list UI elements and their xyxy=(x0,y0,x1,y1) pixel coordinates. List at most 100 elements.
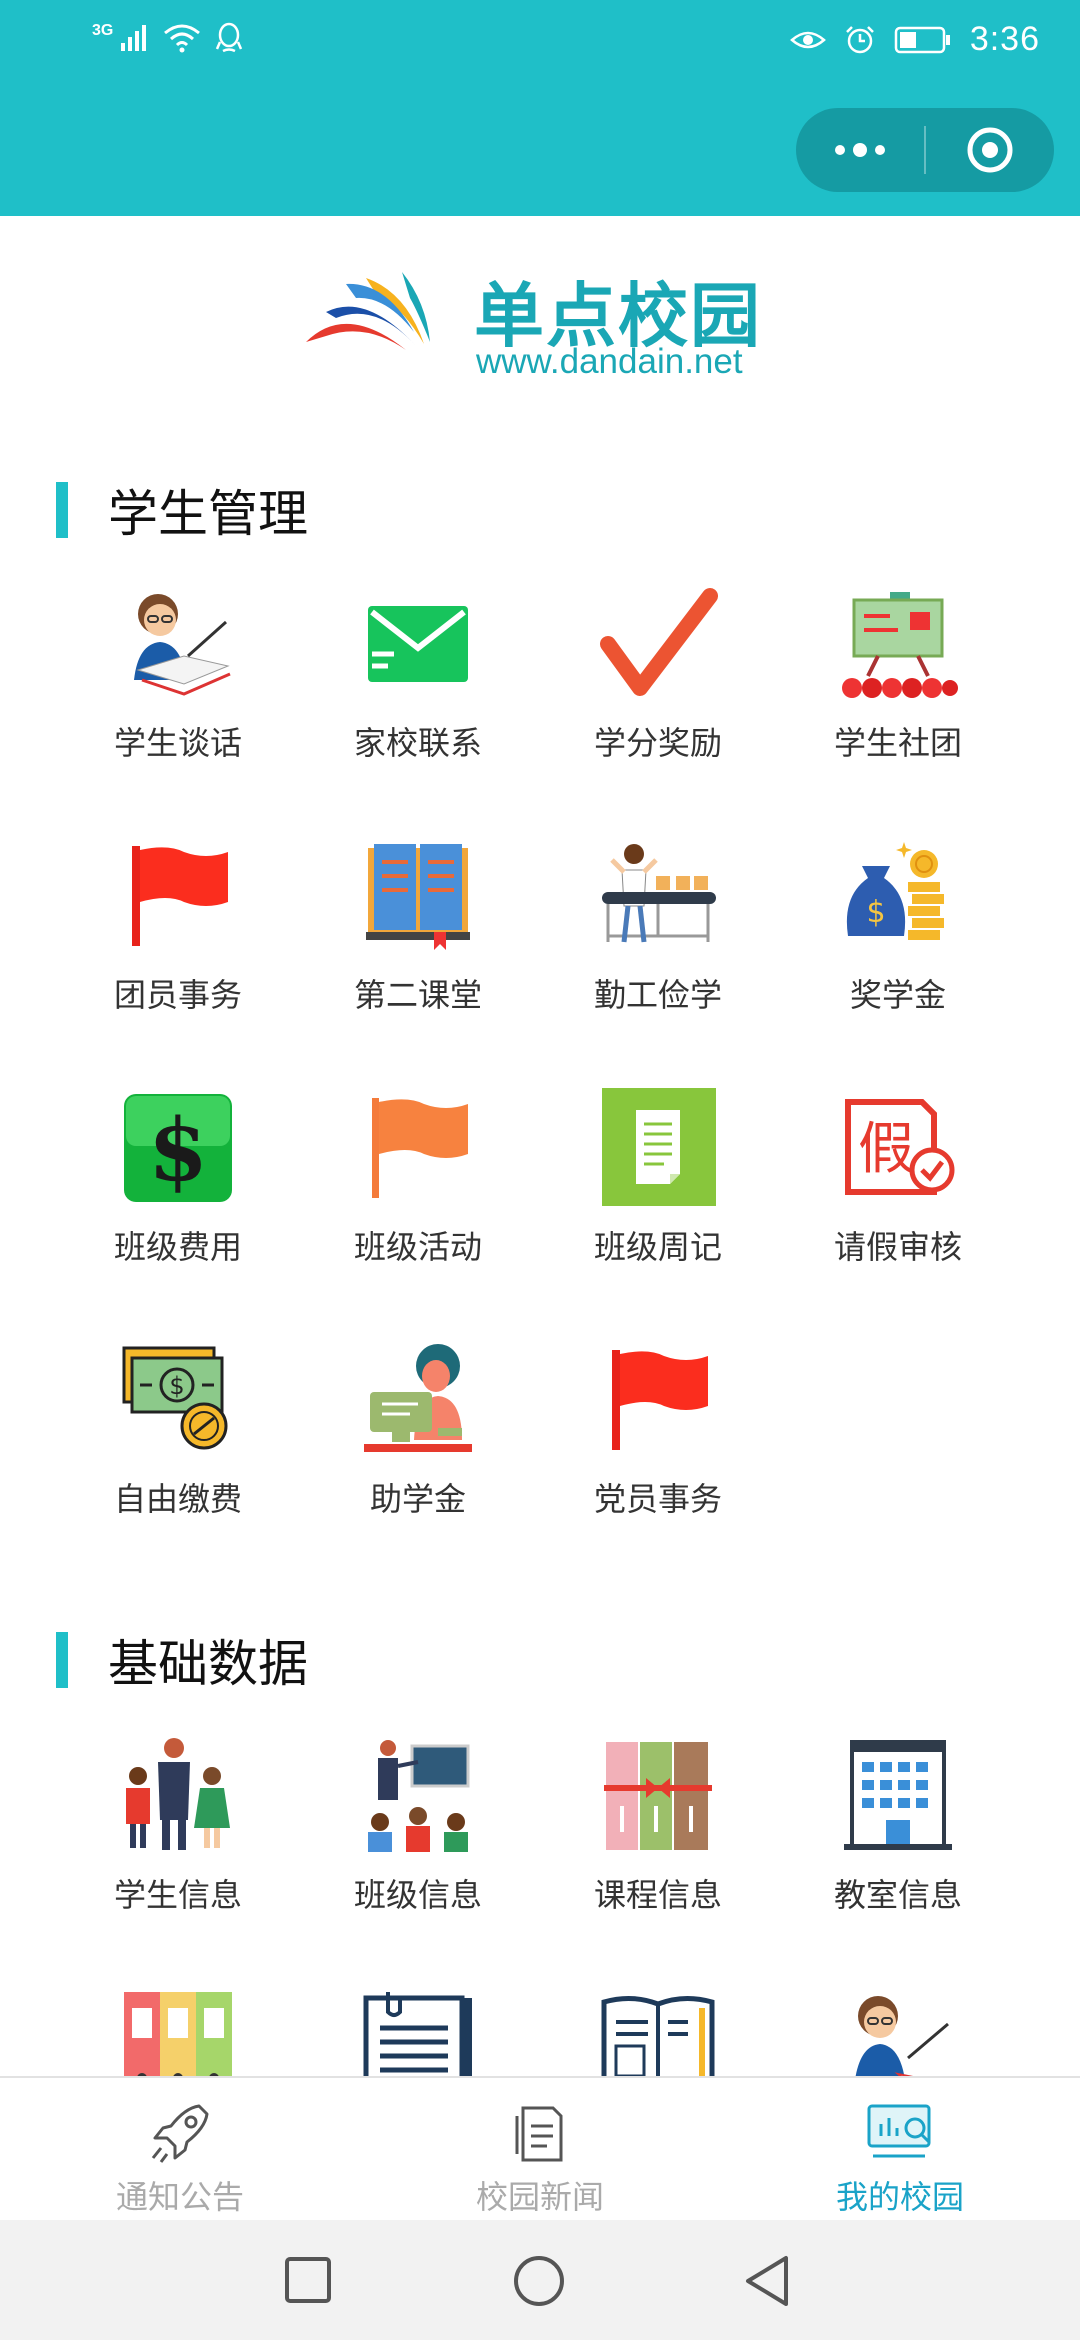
cash-coin-icon: $ xyxy=(122,1346,228,1450)
section-accent-bar xyxy=(56,482,68,538)
grid-item-course-info[interactable]: 课程信息 xyxy=(538,1736,778,1936)
clipboard-icon xyxy=(363,1992,472,2076)
grid-item-label: 班级费用 xyxy=(113,1228,242,1266)
grid-item-work-study[interactable]: 勤工俭学 xyxy=(538,836,778,1036)
study-desk-icon xyxy=(364,1344,472,1452)
system-nav-bar xyxy=(0,2220,1080,2340)
svg-text:$: $ xyxy=(169,1372,184,1400)
party-flag-icon xyxy=(612,1350,708,1450)
tab-my-campus[interactable]: 我的校园 xyxy=(720,2078,1080,2222)
checkmark-icon xyxy=(600,588,718,696)
grid-item-label: 班级信息 xyxy=(353,1876,482,1914)
leave-approval-icon: 假 xyxy=(845,1099,955,1195)
basic-data-grid: 学生信息 班级信息 课程信息 教室信息 xyxy=(0,1736,1080,2076)
notebook-icon xyxy=(602,1088,716,1206)
svg-text:$: $ xyxy=(866,895,885,930)
grid-item-teacher[interactable] xyxy=(778,1988,1018,2076)
grid-item-classroom-info[interactable]: 教室信息 xyxy=(778,1736,1018,1936)
qq-icon xyxy=(216,22,243,53)
dashboard-icon xyxy=(867,2104,931,2158)
target-close-icon xyxy=(967,127,1013,173)
grid-item-label: 学分奖励 xyxy=(593,724,722,762)
teacher-talk-icon xyxy=(134,594,231,696)
recent-apps-icon[interactable] xyxy=(284,2256,332,2304)
grid-item-leave-review[interactable]: 假 请假审核 xyxy=(778,1088,1018,1288)
more-button[interactable] xyxy=(796,108,924,192)
envelope-icon xyxy=(368,606,468,682)
grid-item-class-weekly-journal[interactable]: 班级周记 xyxy=(538,1088,778,1288)
grid-item-class-info[interactable]: 班级信息 xyxy=(298,1736,538,1936)
section-header-student-management: 学生管理 xyxy=(56,474,308,546)
battery-icon xyxy=(894,26,950,53)
grid-item-label: 第二课堂 xyxy=(353,976,482,1014)
grid-item-party-affairs[interactable]: 党员事务 xyxy=(538,1340,778,1540)
alarm-icon xyxy=(845,25,874,53)
money-bag-icon: $ xyxy=(846,842,944,940)
grid-item-clipboard[interactable] xyxy=(298,1988,538,2076)
document-icon xyxy=(515,2106,563,2162)
status-bar: 3G 3:36 xyxy=(0,0,1080,84)
grid-item-label: 学生社团 xyxy=(833,724,962,762)
grid-item-label: 课程信息 xyxy=(593,1876,722,1914)
home-icon[interactable] xyxy=(512,2254,566,2308)
tab-notices[interactable]: 通知公告 xyxy=(0,2078,360,2222)
grid-item-label: 班级周记 xyxy=(593,1228,722,1266)
tab-label: 通知公告 xyxy=(115,2178,244,2216)
tab-label: 校园新闻 xyxy=(475,2178,604,2216)
tab-campus-news[interactable]: 校园新闻 xyxy=(360,2078,720,2222)
grid-item-student-club[interactable]: 学生社团 xyxy=(778,584,1018,784)
grid-item-label: 家校联系 xyxy=(353,724,482,762)
section-header-basic-data: 基础数据 xyxy=(56,1624,308,1696)
capsule-menu xyxy=(796,108,1054,192)
grid-item-student-info[interactable]: 学生信息 xyxy=(58,1736,298,1936)
close-miniprogram-button[interactable] xyxy=(926,108,1054,192)
students-group-icon xyxy=(126,1738,230,1850)
grid-item-credit-reward[interactable]: 学分奖励 xyxy=(538,584,778,784)
signal-icon xyxy=(121,25,147,51)
eye-icon xyxy=(789,31,826,48)
back-icon[interactable] xyxy=(742,2254,792,2308)
grid-item-league-affairs[interactable]: 团员事务 xyxy=(58,836,298,1036)
club-board-icon xyxy=(842,592,958,698)
grid-item-second-classroom[interactable]: 第二课堂 xyxy=(298,836,538,1036)
grid-item-label: 教室信息 xyxy=(833,1876,962,1914)
grid-item-label: 学生谈话 xyxy=(113,724,242,762)
brand-logo-icon xyxy=(306,272,430,350)
network-type: 3G xyxy=(92,22,114,39)
conveyor-worker-icon xyxy=(602,844,716,943)
grid-item-folders[interactable] xyxy=(58,1988,298,2076)
open-book-icon xyxy=(366,844,470,950)
books-icon xyxy=(604,1742,712,1850)
rocket-icon xyxy=(151,2104,209,2163)
grid-item-label: 奖学金 xyxy=(849,976,946,1014)
grid-item-label: 班级活动 xyxy=(353,1228,482,1266)
svg-text:$: $ xyxy=(148,1100,208,1201)
teacher-icon xyxy=(855,1996,949,2076)
grid-item-report[interactable] xyxy=(538,1988,778,2076)
grid-item-label: 团员事务 xyxy=(113,976,242,1014)
more-dots-icon xyxy=(835,143,885,157)
grid-item-class-fees[interactable]: $ 班级费用 xyxy=(58,1088,298,1288)
title-bar xyxy=(0,84,1080,216)
brand-url: www.dandain.net xyxy=(476,342,743,381)
grid-item-student-talk[interactable]: 学生谈话 xyxy=(58,584,298,784)
folders-icon xyxy=(124,1992,232,2076)
building-icon xyxy=(844,1740,952,1850)
grid-item-label: 请假审核 xyxy=(833,1228,962,1266)
grid-item-home-school-contact[interactable]: 家校联系 xyxy=(298,584,538,784)
grid-item-scholarship[interactable]: $ 奖学金 xyxy=(778,836,1018,1036)
grid-item-class-activity[interactable]: 班级活动 xyxy=(298,1088,538,1288)
grid-item-student-grant[interactable]: 助学金 xyxy=(298,1340,538,1540)
orange-flag-icon xyxy=(372,1098,468,1198)
classroom-icon xyxy=(368,1740,470,1852)
grid-item-label: 学生信息 xyxy=(113,1876,242,1914)
section-title: 基础数据 xyxy=(108,1635,308,1693)
svg-text:假: 假 xyxy=(858,1117,914,1182)
grid-item-label: 自由缴费 xyxy=(113,1480,242,1518)
clock: 3:36 xyxy=(969,20,1040,58)
wifi-icon xyxy=(164,24,201,53)
grid-item-label: 助学金 xyxy=(369,1480,466,1518)
grid-item-label: 党员事务 xyxy=(593,1480,722,1518)
grid-item-free-payment[interactable]: $ 自由缴费 xyxy=(58,1340,298,1540)
bottom-tab-bar: 通知公告 校园新闻 我的校园 xyxy=(0,2076,1080,2222)
